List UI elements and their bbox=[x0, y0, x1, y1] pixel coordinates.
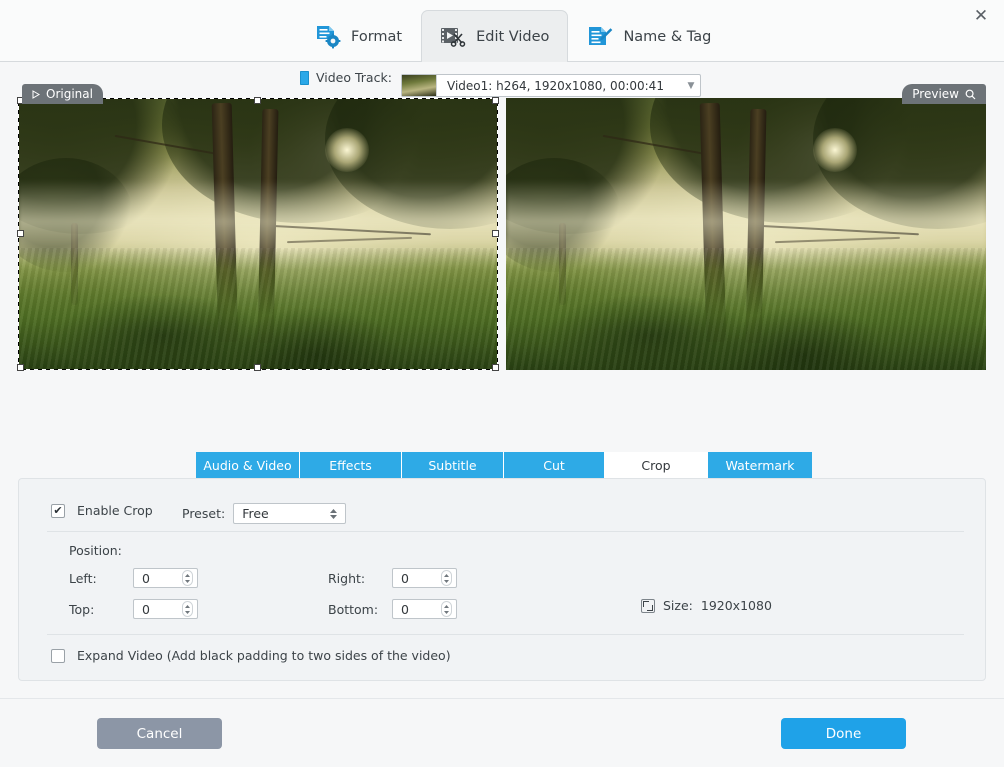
tab-edit-video[interactable]: Edit Video bbox=[421, 10, 569, 62]
cancel-button[interactable]: Cancel bbox=[97, 718, 222, 749]
edit-tab-subtitle[interactable]: Subtitle bbox=[402, 452, 504, 479]
tab-format-label: Format bbox=[351, 28, 403, 45]
preset-select[interactable]: Free bbox=[233, 503, 347, 524]
crop-right-value: 0 bbox=[401, 570, 409, 586]
crop-handle-middle-left[interactable] bbox=[17, 230, 24, 237]
crop-handle-bottom-left[interactable] bbox=[17, 364, 24, 371]
crop-left-input[interactable]: 0 bbox=[133, 568, 198, 588]
crop-handle-bottom-center[interactable] bbox=[254, 364, 261, 371]
edit-tab-watermark[interactable]: Watermark bbox=[708, 452, 812, 479]
crop-top-input[interactable]: 0 bbox=[133, 599, 198, 619]
done-button[interactable]: Done bbox=[781, 718, 906, 749]
expand-video-checkbox[interactable] bbox=[51, 648, 65, 663]
crop-bottom-input[interactable]: 0 bbox=[392, 599, 457, 619]
edit-tab-cut[interactable]: Cut bbox=[504, 452, 605, 479]
video-track-select[interactable]: Video1: h264, 1920x1080, 00:00:41 ▼ bbox=[401, 74, 701, 97]
original-video-frame bbox=[18, 98, 498, 370]
crop-handle-top-right[interactable] bbox=[492, 97, 499, 104]
crop-top-label: Top: bbox=[69, 601, 95, 617]
crop-settings-panel: ✔ Enable Crop Preset: Free Position: Lef… bbox=[18, 478, 986, 681]
resize-icon bbox=[641, 598, 655, 613]
preset-label: Preset: bbox=[182, 506, 226, 521]
top-tabs: Format Edit Video Name & Tag bbox=[296, 10, 730, 62]
transport-bar: 00:00:08 00:00:41 Cut bbox=[0, 376, 1004, 767]
tab-edit-video-label: Edit Video bbox=[476, 28, 550, 45]
crop-bottom-field: Bottom: 0 bbox=[328, 599, 457, 619]
crop-right-field: Right: 0 bbox=[328, 568, 457, 588]
document-pencil-icon bbox=[587, 25, 613, 49]
enable-crop-checkbox[interactable]: ✔ bbox=[51, 503, 65, 518]
crop-top-value: 0 bbox=[142, 601, 150, 617]
stepper-chevrons-icon[interactable] bbox=[329, 508, 338, 520]
preset-select-value: Free bbox=[242, 506, 269, 521]
crop-left-value: 0 bbox=[142, 570, 150, 586]
play-triangle-icon bbox=[32, 89, 40, 99]
video-track-thumbnail bbox=[402, 75, 437, 96]
preview-panes: Original Preview bbox=[0, 84, 1004, 376]
enable-crop-row: ✔ Enable Crop bbox=[51, 503, 153, 518]
enable-crop-label: Enable Crop bbox=[77, 503, 153, 518]
video-track-label: Video Track: bbox=[316, 70, 392, 85]
video-track-icon bbox=[300, 70, 309, 85]
preset-row: Preset: Free bbox=[182, 503, 347, 524]
crop-handle-middle-right[interactable] bbox=[492, 230, 499, 237]
panel-divider-bottom bbox=[47, 634, 964, 635]
edit-tab-bar: Audio & Video Effects Subtitle Cut Crop … bbox=[196, 452, 812, 479]
size-value: 1920x1080 bbox=[700, 598, 772, 613]
crop-right-input[interactable]: 0 bbox=[392, 568, 457, 588]
output-size-row: Size: 1920x1080 bbox=[641, 598, 772, 613]
edit-tab-crop[interactable]: Crop bbox=[605, 452, 708, 479]
crop-left-field: Left: 0 bbox=[69, 568, 198, 588]
crop-bottom-label: Bottom: bbox=[328, 601, 379, 617]
document-gear-icon bbox=[315, 25, 341, 49]
crop-bottom-value: 0 bbox=[401, 601, 409, 617]
dialog-footer: Cancel Done bbox=[0, 698, 1004, 767]
chevron-down-icon[interactable]: ▼ bbox=[682, 81, 700, 91]
tab-name-tag-label: Name & Tag bbox=[623, 28, 712, 45]
crop-handle-top-center[interactable] bbox=[254, 97, 261, 104]
position-label: Position: bbox=[69, 543, 122, 558]
crop-left-stepper[interactable] bbox=[182, 570, 193, 586]
panel-divider-top bbox=[47, 531, 964, 532]
preview-video-frame bbox=[506, 98, 986, 370]
edit-tab-audio-video[interactable]: Audio & Video bbox=[196, 452, 300, 479]
tab-name-tag[interactable]: Name & Tag bbox=[568, 10, 730, 62]
crop-right-label: Right: bbox=[328, 570, 366, 586]
magnifier-icon bbox=[965, 89, 976, 100]
preview-result-pane[interactable]: Preview bbox=[506, 84, 986, 370]
crop-top-stepper[interactable] bbox=[182, 601, 193, 617]
crop-left-label: Left: bbox=[69, 570, 97, 586]
video-track-label-group: Video Track: bbox=[300, 70, 392, 85]
crop-top-field: Top: 0 bbox=[69, 599, 198, 619]
original-preview-pane[interactable]: Original bbox=[17, 84, 499, 371]
close-icon[interactable]: ✕ bbox=[966, 2, 996, 30]
film-scissors-icon bbox=[440, 26, 466, 48]
original-badge-label: Original bbox=[46, 87, 93, 101]
crop-bottom-stepper[interactable] bbox=[441, 601, 452, 617]
original-badge[interactable]: Original bbox=[22, 84, 103, 104]
size-label: Size: bbox=[663, 598, 693, 613]
preview-badge[interactable]: Preview bbox=[902, 84, 986, 104]
video-track-selected-value: Video1: h264, 1920x1080, 00:00:41 bbox=[447, 78, 664, 93]
top-tab-bar: Format Edit Video Name & Tag ✕ bbox=[0, 0, 1004, 62]
edit-video-dialog: Format Edit Video Name & Tag ✕ Video Tra… bbox=[0, 0, 1004, 767]
crop-right-stepper[interactable] bbox=[441, 570, 452, 586]
edit-tab-effects[interactable]: Effects bbox=[300, 452, 402, 479]
expand-video-label: Expand Video (Add black padding to two s… bbox=[77, 648, 451, 663]
tab-format[interactable]: Format bbox=[296, 10, 421, 62]
expand-video-row: Expand Video (Add black padding to two s… bbox=[51, 648, 451, 663]
preview-badge-label: Preview bbox=[912, 87, 959, 101]
crop-handle-bottom-right[interactable] bbox=[492, 364, 499, 371]
